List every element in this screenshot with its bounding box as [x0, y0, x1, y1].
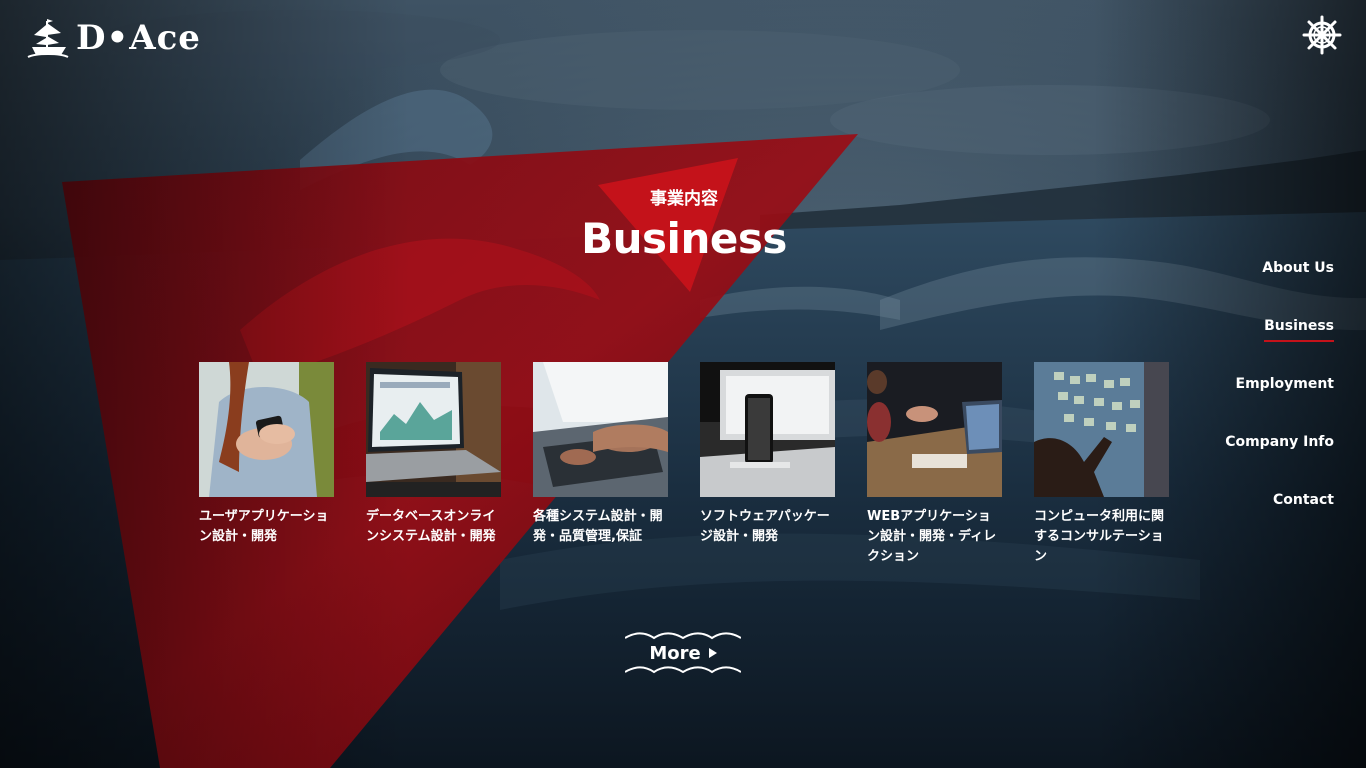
service-card[interactable]: WEBアプリケーション設計・開発・ディレクション	[867, 362, 1002, 567]
more-button[interactable]: More	[625, 630, 741, 676]
service-label: WEBアプリケーション設計・開発・ディレクション	[867, 509, 997, 564]
brand-name: D•Ace	[76, 18, 201, 58]
logo[interactable]: D•Ace	[26, 16, 201, 60]
service-label: データベースオンラインシステム設計・開発	[366, 509, 496, 544]
team-meeting-laptop-image	[867, 362, 1002, 497]
section-title-en: Business	[581, 214, 787, 263]
section-title-jp: 事業内容	[650, 189, 718, 209]
section-title: 事業内容 Business	[560, 186, 808, 266]
ship-logo-icon	[27, 19, 69, 58]
ships-wheel-icon[interactable]	[1302, 15, 1342, 55]
service-label: 各種システム設計・開発・品質管理,保証	[533, 509, 663, 544]
service-card[interactable]: ユーザアプリケーション設計・開発	[199, 362, 334, 567]
service-cards: ユーザアプリケーション設計・開発 データベースオンラインシステム設計・開発 各種…	[199, 362, 1169, 567]
nav-about-us[interactable]: About Us	[1134, 258, 1334, 316]
service-label: コンピュータ利用に関するコンサルテーション	[1034, 509, 1165, 564]
hands-typing-laptop-image	[533, 362, 668, 497]
service-card[interactable]: コンピュータ利用に関するコンサルテーション	[1034, 362, 1169, 567]
service-card[interactable]: データベースオンラインシステム設計・開発	[366, 362, 501, 567]
service-card[interactable]: 各種システム設計・開発・品質管理,保証	[533, 362, 668, 567]
person-using-smartphone-image	[199, 362, 334, 497]
laptop-dashboard-charts-image	[366, 362, 501, 497]
sticky-notes-wall-image	[1034, 362, 1169, 497]
smartphone-and-monitor-image	[700, 362, 835, 497]
more-label: More	[649, 643, 701, 664]
service-label: ユーザアプリケーション設計・開発	[199, 509, 329, 544]
play-arrow-icon	[708, 648, 717, 658]
service-card[interactable]: ソフトウェアパッケージ設計・開発	[700, 362, 835, 567]
service-label: ソフトウェアパッケージ設計・開発	[700, 509, 830, 544]
